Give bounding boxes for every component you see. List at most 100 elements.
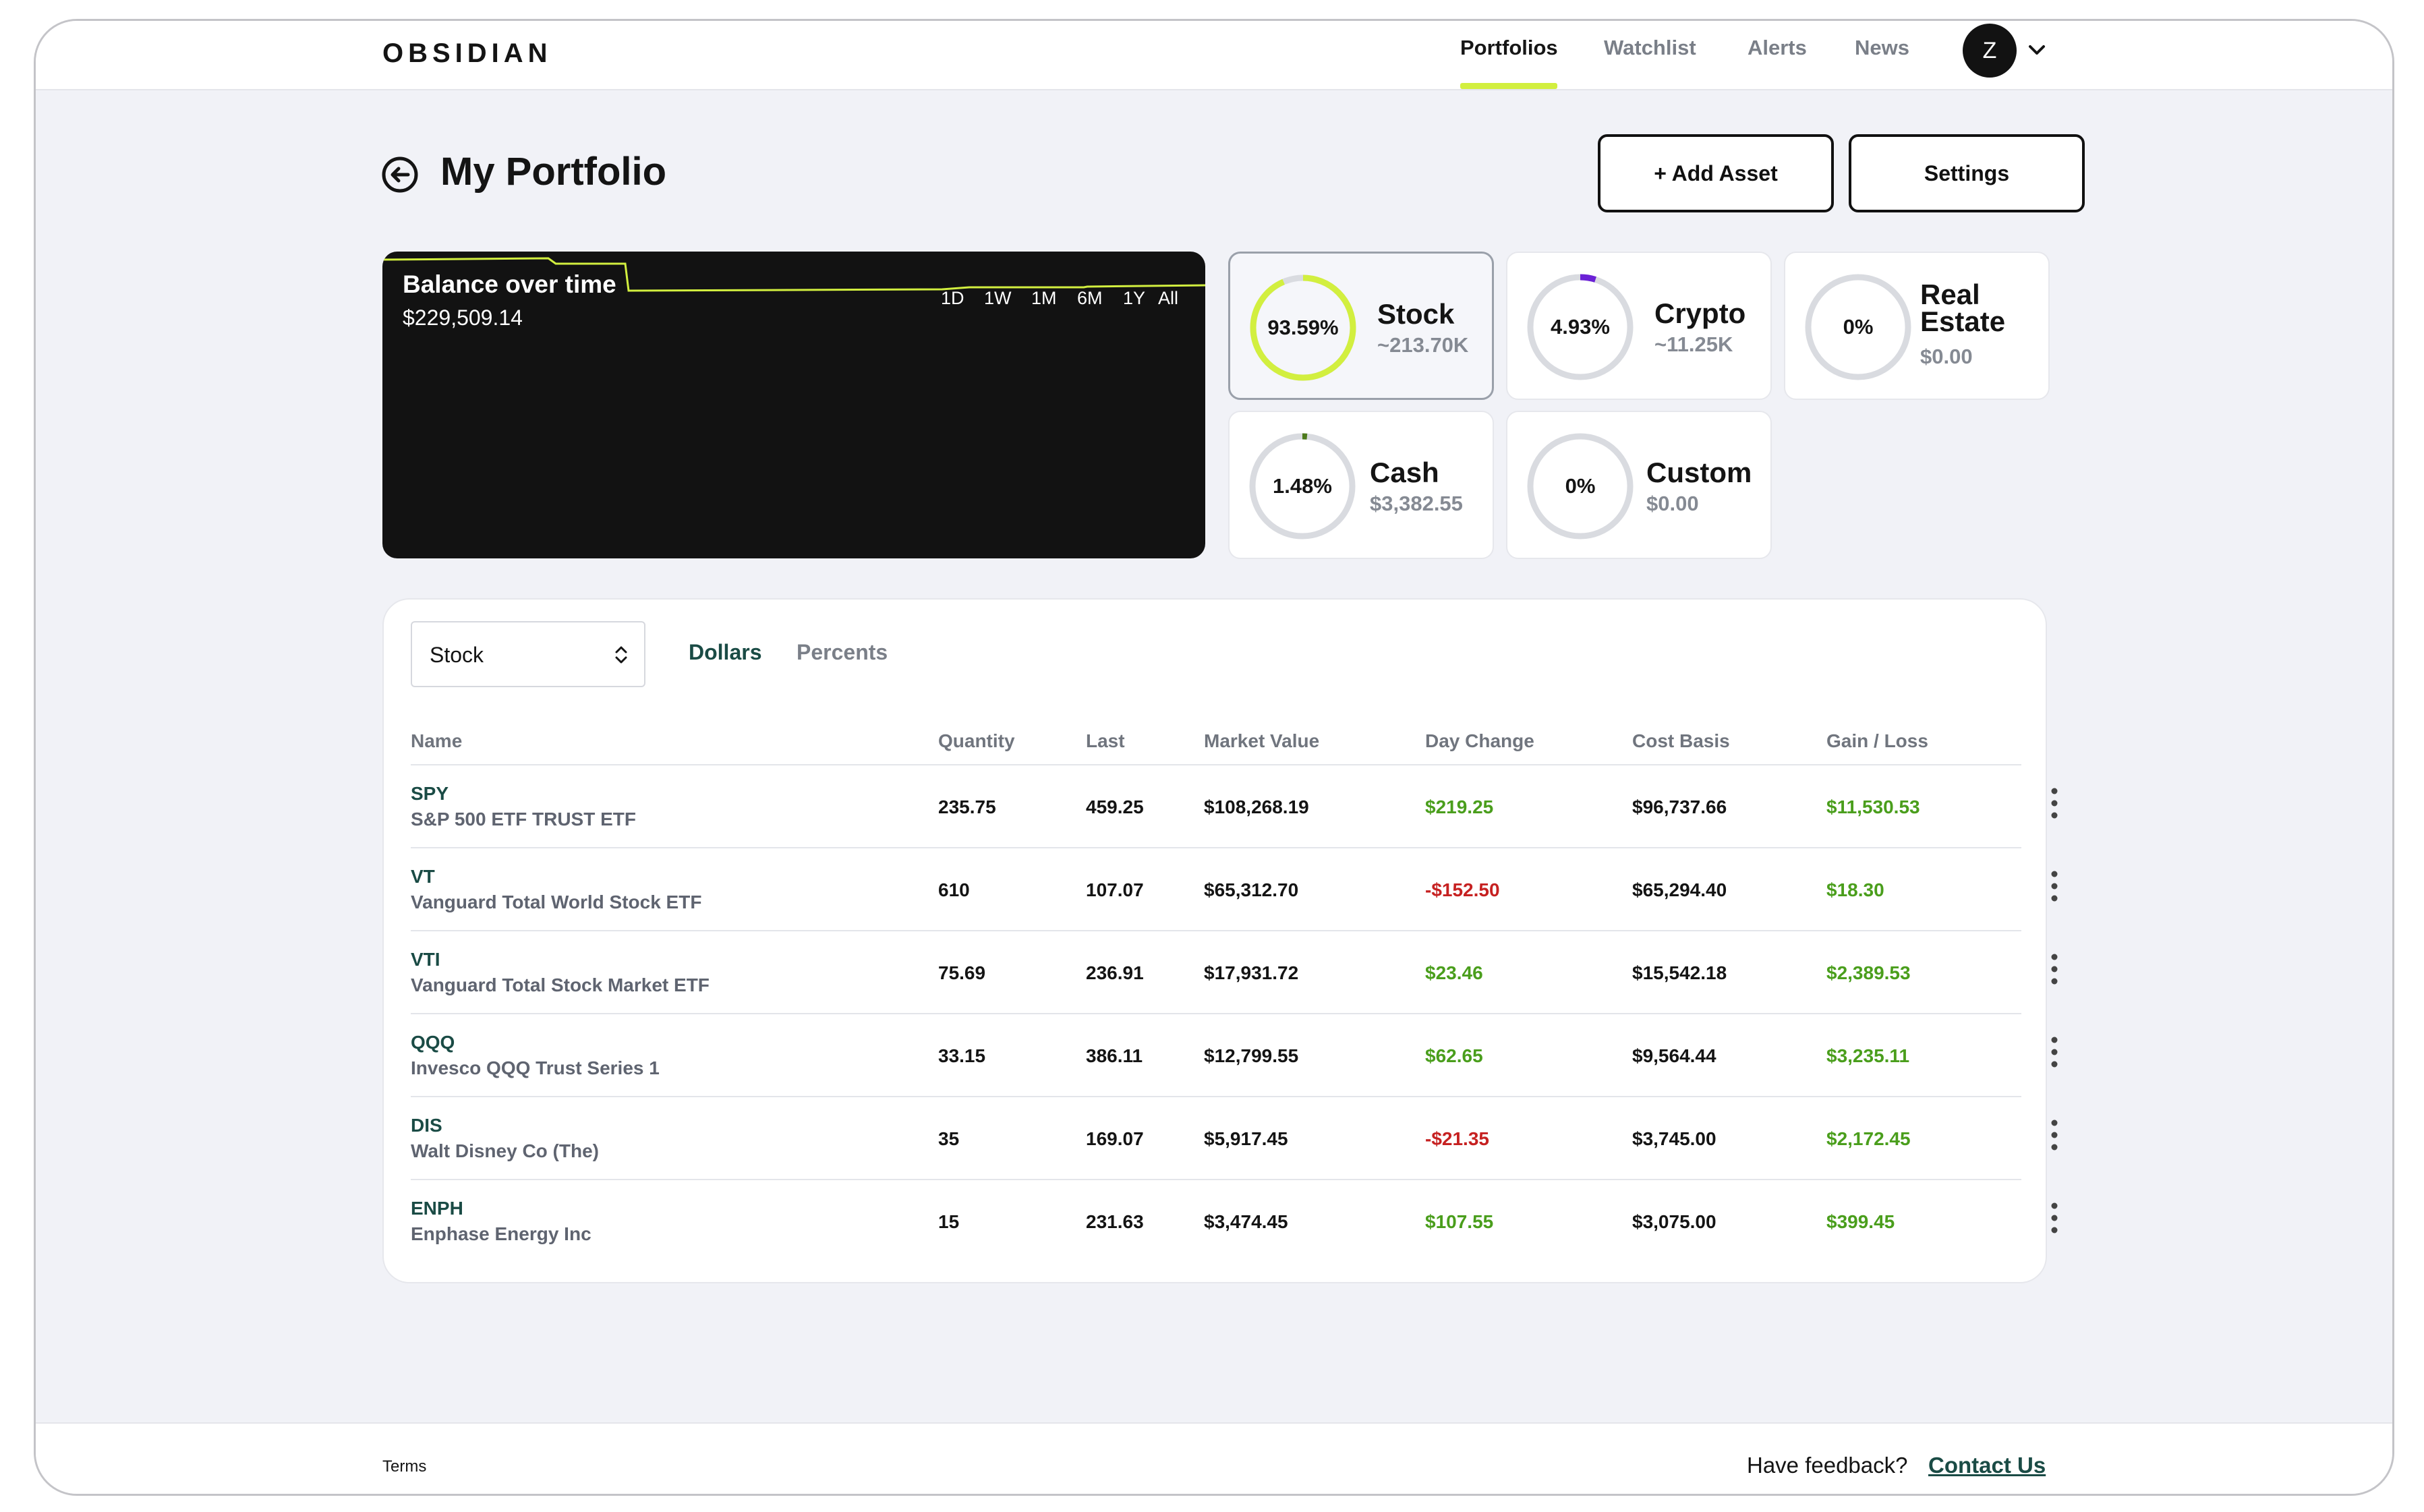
nav-portfolios[interactable]: Portfolios xyxy=(1460,36,1558,60)
company-name: S&P 500 ETF TRUST ETF xyxy=(411,809,636,830)
allocation-name: Cash xyxy=(1370,457,1439,488)
last-price-cell: 386.11 xyxy=(1086,1045,1143,1066)
balance-chart-card: Balance over time $229,509.14 1D 1W 1M 6… xyxy=(382,252,1205,558)
allocation-name: Custom xyxy=(1646,457,1752,488)
day-change-cell: -$21.35 xyxy=(1425,1128,1489,1149)
company-name: Vanguard Total World Stock ETF xyxy=(411,892,702,912)
balance-title: Balance over time xyxy=(403,270,616,298)
percents-toggle[interactable]: Percents xyxy=(797,640,888,665)
column-header-cost-basis[interactable]: Cost Basis xyxy=(1632,730,1730,752)
ticker-symbol[interactable]: QQQ xyxy=(411,1032,455,1053)
select-arrows-icon xyxy=(615,646,627,664)
day-change-cell: -$152.50 xyxy=(1425,879,1500,900)
allocation-percent: 0% xyxy=(1843,315,1874,339)
quantity-cell: 75.69 xyxy=(938,962,986,983)
range-1m-button[interactable]: 1M xyxy=(1031,288,1057,309)
range-1d-button[interactable]: 1D xyxy=(941,288,964,309)
ticker-symbol[interactable]: DIS xyxy=(411,1115,442,1136)
settings-button[interactable]: Settings xyxy=(1849,134,2085,212)
market-value-cell: $3,474.45 xyxy=(1204,1211,1288,1232)
company-name: Enphase Energy Inc xyxy=(411,1223,591,1244)
ticker-symbol[interactable]: VTI xyxy=(411,949,440,970)
table-row[interactable]: QQQ Invesco QQQ Trust Series 1 33.15 386… xyxy=(411,1014,2058,1097)
last-price-cell: 459.25 xyxy=(1086,796,1144,817)
footer: Terms Have feedback? Contact Us xyxy=(36,1422,2392,1494)
dollars-toggle[interactable]: Dollars xyxy=(689,640,761,665)
cost-basis-cell: $96,737.66 xyxy=(1632,796,1727,817)
allocation-percent: 4.93% xyxy=(1551,315,1610,339)
more-options-icon[interactable] xyxy=(2041,1116,2068,1154)
gain-loss-cell: $399.45 xyxy=(1826,1211,1895,1232)
chevron-down-icon[interactable] xyxy=(2025,38,2048,61)
cost-basis-cell: $9,564.44 xyxy=(1632,1045,1716,1066)
column-header-name[interactable]: Name xyxy=(411,730,462,752)
market-value-cell: $17,931.72 xyxy=(1204,962,1299,983)
feedback-text: Have feedback? xyxy=(1747,1453,1908,1478)
back-arrow-icon[interactable] xyxy=(381,156,419,194)
allocation-card-real-estate[interactable]: 0% Real Estate $0.00 xyxy=(1784,252,2050,400)
market-value-cell: $12,799.55 xyxy=(1204,1045,1299,1066)
user-avatar[interactable]: Z xyxy=(1963,24,2017,78)
day-change-cell: $62.65 xyxy=(1425,1045,1483,1066)
column-header-market-value[interactable]: Market Value xyxy=(1204,730,1319,752)
company-name: Walt Disney Co (The) xyxy=(411,1140,599,1161)
column-header-quantity[interactable]: Quantity xyxy=(938,730,1015,752)
terms-link[interactable]: Terms xyxy=(382,1457,426,1476)
allocation-percent: 1.48% xyxy=(1273,474,1332,498)
table-row[interactable]: VTI Vanguard Total Stock Market ETF 75.6… xyxy=(411,931,2058,1014)
allocation-percent: 93.59% xyxy=(1267,316,1339,339)
table-row[interactable]: VT Vanguard Total World Stock ETF 610 10… xyxy=(411,848,2058,931)
nav-watchlist[interactable]: Watchlist xyxy=(1604,36,1696,60)
contact-us-link[interactable]: Contact Us xyxy=(1928,1453,2046,1478)
range-all-button[interactable]: All xyxy=(1158,288,1178,309)
ticker-symbol[interactable]: ENPH xyxy=(411,1198,463,1219)
cost-basis-cell: $15,542.18 xyxy=(1632,962,1727,983)
asset-type-select[interactable]: Stock xyxy=(411,621,645,687)
more-options-icon[interactable] xyxy=(2041,784,2068,822)
more-options-icon[interactable] xyxy=(2041,1199,2068,1237)
table-row[interactable]: ENPH Enphase Energy Inc 15 231.63 $3,474… xyxy=(411,1180,2058,1263)
day-change-cell: $23.46 xyxy=(1425,962,1483,983)
allocation-card-cash[interactable]: 1.48% Cash $3,382.55 xyxy=(1228,411,1494,559)
logo: OBSIDIAN xyxy=(382,38,552,68)
company-name: Invesco QQQ Trust Series 1 xyxy=(411,1057,660,1078)
allocation-card-crypto[interactable]: 4.93% Crypto ~11.25K xyxy=(1506,252,1772,400)
ticker-symbol[interactable]: VT xyxy=(411,866,435,888)
column-header-last[interactable]: Last xyxy=(1086,730,1125,752)
allocation-value: $0.00 xyxy=(1646,492,1699,515)
more-options-icon[interactable] xyxy=(2041,1033,2068,1071)
allocation-name: Stock xyxy=(1377,298,1455,330)
day-change-cell: $219.25 xyxy=(1425,796,1494,817)
last-price-cell: 169.07 xyxy=(1086,1128,1144,1149)
gain-loss-cell: $2,389.53 xyxy=(1826,962,1911,983)
column-header-gain-loss[interactable]: Gain / Loss xyxy=(1826,730,1928,752)
day-change-cell: $107.55 xyxy=(1425,1211,1494,1232)
table-row[interactable]: DIS Walt Disney Co (The) 35 169.07 $5,91… xyxy=(411,1097,2058,1180)
table-row[interactable]: SPY S&P 500 ETF TRUST ETF 235.75 459.25 … xyxy=(411,765,2058,848)
range-1w-button[interactable]: 1W xyxy=(984,288,1012,309)
last-price-cell: 107.07 xyxy=(1086,879,1144,900)
allocation-value: $3,382.55 xyxy=(1370,492,1463,515)
allocation-card-custom[interactable]: 0% Custom $0.00 xyxy=(1506,411,1772,559)
nav-alerts[interactable]: Alerts xyxy=(1748,36,1807,60)
range-6m-button[interactable]: 6M xyxy=(1077,288,1103,309)
more-options-icon[interactable] xyxy=(2041,950,2068,988)
allocation-value: ~213.70K xyxy=(1377,333,1469,357)
market-value-cell: $5,917.45 xyxy=(1204,1128,1288,1149)
nav-news[interactable]: News xyxy=(1855,36,1909,60)
quantity-cell: 15 xyxy=(938,1211,960,1232)
app-window: OBSIDIAN Portfolios Watchlist Alerts New… xyxy=(34,19,2394,1496)
column-header-day-change[interactable]: Day Change xyxy=(1425,730,1534,752)
active-nav-indicator xyxy=(1460,83,1557,89)
allocation-card-stock[interactable]: 93.59% Stock ~213.70K xyxy=(1228,252,1494,400)
quantity-cell: 235.75 xyxy=(938,796,996,817)
gain-loss-cell: $3,235.11 xyxy=(1826,1045,1910,1066)
gain-loss-cell: $2,172.45 xyxy=(1826,1128,1911,1149)
ticker-symbol[interactable]: SPY xyxy=(411,783,449,805)
gain-loss-cell: $18.30 xyxy=(1826,879,1884,900)
range-1y-button[interactable]: 1Y xyxy=(1123,288,1145,309)
gain-loss-cell: $11,530.53 xyxy=(1826,796,1920,817)
add-asset-button[interactable]: + Add Asset xyxy=(1598,134,1834,212)
allocation-percent: 0% xyxy=(1565,474,1596,498)
more-options-icon[interactable] xyxy=(2041,867,2068,905)
